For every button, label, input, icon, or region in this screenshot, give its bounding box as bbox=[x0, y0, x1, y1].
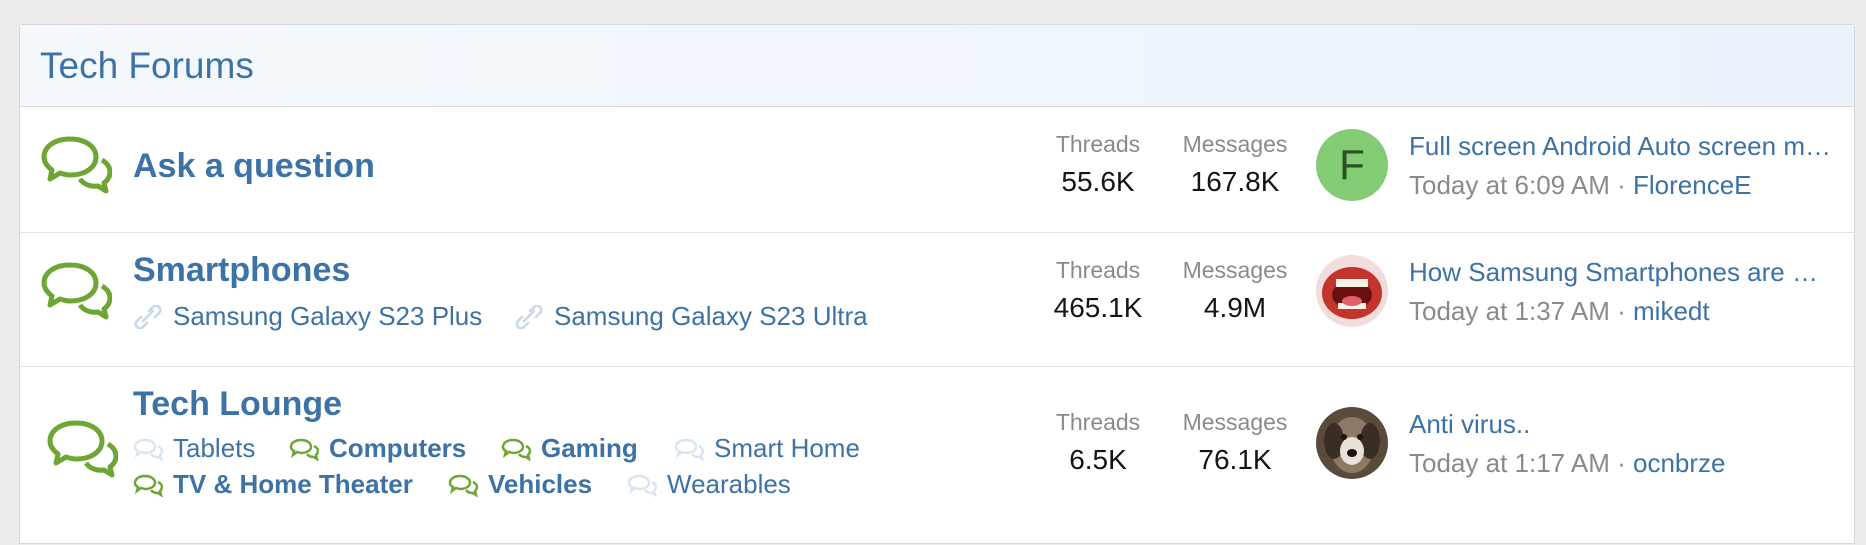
latest-meta: Today at 6:09 AM · FlorenceE bbox=[1409, 170, 1839, 201]
node-title-link[interactable]: Ask a question bbox=[133, 147, 375, 186]
latest-time[interactable]: Today at 6:09 AM bbox=[1409, 170, 1610, 200]
messages-stat: Messages 76.1K bbox=[1170, 409, 1300, 476]
subforum-wearables[interactable]: Wearables bbox=[627, 469, 791, 500]
chat-unread-icon bbox=[289, 438, 319, 461]
subforum-label: Tablets bbox=[173, 433, 256, 463]
threads-stat: Threads 6.5K bbox=[1038, 409, 1158, 476]
messages-count: 4.9M bbox=[1203, 292, 1267, 323]
subforum-label: Gaming bbox=[541, 433, 638, 463]
link-icon bbox=[134, 304, 162, 329]
messages-stat: Messages 167.8K bbox=[1170, 131, 1300, 198]
threads-count: 55.6K bbox=[1061, 166, 1135, 197]
avatar[interactable] bbox=[1316, 407, 1388, 479]
subforum-label: TV & Home Theater bbox=[173, 469, 413, 499]
subforum-label: Wearables bbox=[667, 469, 791, 499]
messages-count: 76.1K bbox=[1198, 444, 1272, 475]
subforum-computers[interactable]: Computers bbox=[289, 433, 466, 464]
subforum-label: Computers bbox=[329, 433, 467, 463]
latest-user-link[interactable]: ocnbrze bbox=[1633, 448, 1726, 478]
threads-label: Threads bbox=[1055, 257, 1141, 283]
chat-bubbles-icon bbox=[46, 419, 118, 479]
subforum-gaming[interactable]: Gaming bbox=[501, 433, 638, 464]
latest-thread-link[interactable]: How Samsung Smartphones are … bbox=[1409, 257, 1839, 288]
node-title-link[interactable]: Tech Lounge bbox=[133, 385, 342, 424]
subforum-smart-home[interactable]: Smart Home bbox=[674, 433, 860, 464]
messages-label: Messages bbox=[1182, 409, 1288, 435]
messages-label: Messages bbox=[1182, 131, 1288, 157]
avatar[interactable] bbox=[1316, 255, 1388, 327]
latest-time[interactable]: Today at 1:37 AM bbox=[1409, 296, 1610, 326]
subforum-vehicles[interactable]: Vehicles bbox=[448, 469, 592, 500]
latest-time[interactable]: Today at 1:17 AM bbox=[1409, 448, 1610, 478]
latest-thread-link[interactable]: Full screen Android Auto screen m… bbox=[1409, 131, 1839, 162]
subforum-tablets[interactable]: Tablets bbox=[133, 433, 255, 464]
latest-post: Full screen Android Auto screen m… Today… bbox=[1409, 131, 1839, 201]
threads-label: Threads bbox=[1055, 409, 1141, 435]
messages-stat: Messages 4.9M bbox=[1170, 257, 1300, 324]
chat-read-icon bbox=[674, 438, 704, 461]
subforum-label: Vehicles bbox=[488, 469, 593, 499]
subforum-label: Smart Home bbox=[714, 433, 860, 463]
latest-post: Anti virus.. Today at 1:17 AM · ocnbrze bbox=[1409, 409, 1839, 479]
subforum-samsung-galaxy-s23-ultra[interactable]: Samsung Galaxy S23 Ultra bbox=[514, 301, 868, 332]
category-header: Tech Forums bbox=[20, 25, 1854, 107]
messages-label: Messages bbox=[1182, 257, 1288, 283]
threads-count: 6.5K bbox=[1069, 444, 1127, 475]
separator: · bbox=[1609, 448, 1634, 478]
messages-count: 167.8K bbox=[1190, 166, 1280, 197]
avatar-letter: F bbox=[1339, 141, 1365, 188]
separator: · bbox=[1609, 170, 1634, 200]
forum-node-smartphones: Smartphones Samsung Galaxy S23 Plus Sams… bbox=[20, 233, 1854, 367]
chat-unread-icon bbox=[501, 438, 531, 461]
mouth-avatar-image bbox=[1316, 255, 1388, 327]
threads-count: 465.1K bbox=[1053, 292, 1143, 323]
threads-stat: Threads 55.6K bbox=[1038, 131, 1158, 198]
latest-meta: Today at 1:17 AM · ocnbrze bbox=[1409, 448, 1839, 479]
chat-unread-icon bbox=[133, 474, 163, 497]
link-icon bbox=[515, 304, 543, 329]
chat-read-icon bbox=[627, 474, 657, 497]
subforum-samsung-galaxy-s23-plus[interactable]: Samsung Galaxy S23 Plus bbox=[133, 301, 482, 332]
separator: · bbox=[1609, 296, 1634, 326]
threads-label: Threads bbox=[1055, 131, 1141, 157]
subforum-label: Samsung Galaxy S23 Plus bbox=[173, 301, 483, 331]
latest-user-link[interactable]: FlorenceE bbox=[1633, 170, 1752, 200]
avatar[interactable]: F bbox=[1316, 129, 1388, 201]
threads-stat: Threads 465.1K bbox=[1038, 257, 1158, 324]
latest-post: How Samsung Smartphones are … Today at 1… bbox=[1409, 257, 1839, 327]
latest-thread-link[interactable]: Anti virus.. bbox=[1409, 409, 1839, 440]
forum-category-block: Tech Forums Ask a question Threads 55.6K… bbox=[19, 24, 1855, 544]
chat-read-icon bbox=[133, 438, 163, 461]
latest-meta: Today at 1:37 AM · mikedt bbox=[1409, 296, 1839, 327]
chat-unread-icon bbox=[448, 474, 478, 497]
latest-user-link[interactable]: mikedt bbox=[1633, 296, 1710, 326]
forum-node-tech-lounge: Tech Lounge Tablets Computers Gaming Sma… bbox=[20, 367, 1854, 545]
subforum-label: Samsung Galaxy S23 Ultra bbox=[554, 301, 868, 331]
forum-node-ask-a-question: Ask a question Threads 55.6K Messages 16… bbox=[20, 107, 1854, 233]
chat-bubbles-icon bbox=[40, 261, 112, 321]
dog-avatar-image bbox=[1316, 407, 1388, 479]
category-title[interactable]: Tech Forums bbox=[40, 45, 254, 87]
chat-bubbles-icon bbox=[40, 135, 112, 195]
subforum-tv-home-theater[interactable]: TV & Home Theater bbox=[133, 469, 413, 500]
node-title-link[interactable]: Smartphones bbox=[133, 251, 350, 290]
